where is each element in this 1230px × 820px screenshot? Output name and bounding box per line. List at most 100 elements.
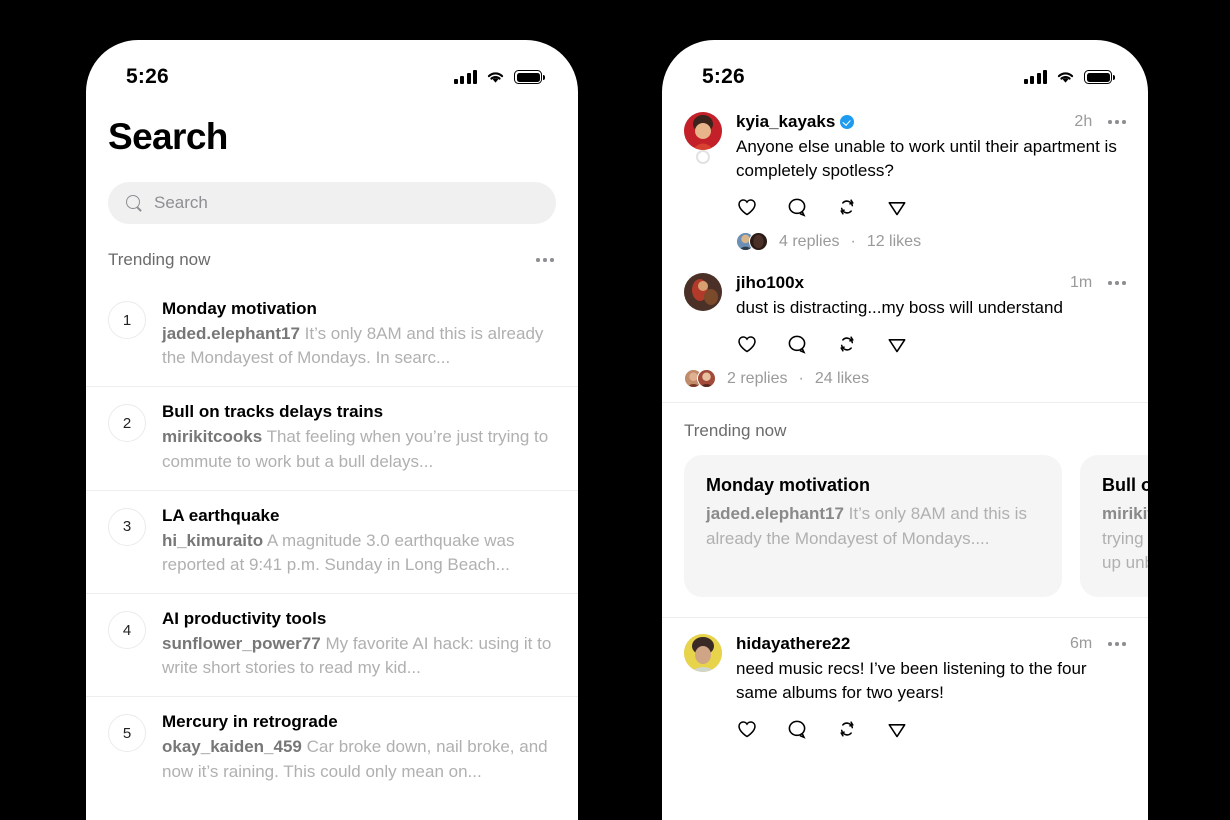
- trending-list: 1 Monday motivation jaded.elephant17 It’…: [86, 284, 578, 800]
- reply-icon[interactable]: [786, 718, 808, 740]
- share-icon[interactable]: [886, 333, 908, 355]
- reply-avatars: [736, 232, 768, 252]
- trend-title: Mercury in retrograde: [162, 712, 338, 732]
- trending-card[interactable]: Bull on tracks delays trains mirikitcook…: [1080, 455, 1148, 597]
- avatar: [749, 232, 768, 252]
- like-icon[interactable]: [736, 718, 758, 740]
- battery-full-icon: [514, 70, 545, 84]
- trending-list-item[interactable]: 1 Monday motivation jaded.elephant17 It’…: [86, 284, 578, 386]
- trend-description: hi_kimuraito A magnitude 3.0 earthquake …: [162, 529, 556, 577]
- share-icon[interactable]: [886, 196, 908, 218]
- post-username[interactable]: jiho100x: [736, 273, 804, 293]
- reply-icon[interactable]: [786, 196, 808, 218]
- avatar[interactable]: [684, 112, 722, 150]
- trending-label: Trending now: [108, 250, 211, 269]
- meta-separator: ·: [798, 369, 804, 387]
- reply-icon[interactable]: [786, 333, 808, 355]
- post-text: Anyone else unable to work until their a…: [736, 137, 1117, 181]
- status-indicators: [453, 70, 545, 84]
- battery-full-icon: [1084, 70, 1115, 84]
- post-username[interactable]: hidayathere22: [736, 634, 850, 654]
- search-input[interactable]: Search: [108, 182, 556, 224]
- trend-username: sunflower_power77: [162, 634, 321, 654]
- trend-username: jaded.elephant17: [162, 324, 300, 344]
- share-icon[interactable]: [886, 718, 908, 740]
- trend-description: mirikitcooks That feeling when you’re ju…: [1102, 502, 1148, 574]
- like-count: 24 likes: [814, 369, 870, 387]
- trending-strip: Trending now Monday motivation jaded.ele…: [662, 402, 1148, 616]
- trend-description: okay_kaiden_459 Car broke down, nail bro…: [162, 735, 556, 783]
- post-actions: [736, 196, 1126, 218]
- ellipsis-icon[interactable]: [1108, 641, 1126, 646]
- trend-description: jaded.elephant17 It’s only 8AM and this …: [162, 322, 556, 370]
- post-text: need music recs! I’ve been listening to …: [736, 658, 1087, 702]
- trend-title: Monday motivation: [162, 299, 317, 318]
- trend-rank: 5: [108, 714, 146, 753]
- avatar[interactable]: [684, 273, 722, 312]
- meta-separator: ·: [850, 232, 856, 250]
- search-placeholder: Search: [154, 193, 208, 212]
- trend-title: Monday motivation: [706, 475, 871, 496]
- status-bar-right: 5:26: [662, 40, 1148, 100]
- trending-list-item[interactable]: 3 LA earthquake hi_kimuraito A magnitude…: [86, 489, 578, 593]
- like-icon[interactable]: [736, 196, 758, 218]
- trending-label: Trending now: [684, 421, 787, 441]
- trend-username: jaded.elephant17: [706, 504, 844, 524]
- trend-rank: 4: [108, 611, 146, 650]
- trend-description: sunflower_power77 My favorite AI hack: u…: [162, 632, 556, 680]
- wifi-icon: [487, 72, 504, 83]
- repost-icon[interactable]: [836, 718, 858, 740]
- feed-list: kyia_kayaks 2h Anyone else unable to wor…: [662, 100, 1148, 746]
- post-timestamp: 2h: [1074, 113, 1093, 130]
- ellipsis-icon[interactable]: [1108, 120, 1126, 124]
- trend-description: jaded.elephant17 It’s only 8AM and this …: [706, 502, 1040, 550]
- status-bar-left: 5:26: [86, 40, 578, 100]
- verified-badge-icon: [840, 115, 855, 129]
- post-username[interactable]: kyia_kayaks: [736, 112, 835, 132]
- trend-title: Bull on tracks delays trains: [1102, 475, 1148, 496]
- repost-icon[interactable]: [836, 196, 858, 218]
- trend-rank: 1: [108, 301, 146, 339]
- trend-title: Bull on tracks delays trains: [162, 402, 384, 422]
- trend-username: hi_kimuraito: [162, 530, 264, 550]
- post-actions: [736, 718, 1126, 740]
- trending-card-carousel[interactable]: Monday motivation jaded.elephant17 It’s …: [662, 455, 1148, 597]
- feed-post[interactable]: jiho100x 1m dust is distracting...my bos…: [662, 257, 1148, 394]
- post-meta[interactable]: 2 replies · 24 likes: [684, 369, 1126, 389]
- reply-count: 4 replies: [779, 232, 840, 250]
- phone-right-feed-screen: 5:26 kyia_kayaks 2h Anyone else unable t…: [662, 40, 1148, 820]
- trending-card[interactable]: Monday motivation jaded.elephant17 It’s …: [684, 455, 1062, 597]
- repost-icon[interactable]: [836, 333, 858, 355]
- magnifier-icon: [126, 194, 143, 212]
- status-clock: 5:26: [126, 65, 169, 88]
- trend-rank: 2: [108, 404, 146, 443]
- trend-username: okay_kaiden_459: [162, 737, 302, 757]
- trend-description: mirikitcooks That feeling when you’re ju…: [162, 425, 556, 473]
- trending-header: Trending now: [86, 224, 578, 284]
- avatar: [697, 369, 716, 389]
- trending-list-item[interactable]: 4 AI productivity tools sunflower_power7…: [86, 593, 578, 696]
- screenshot-stage: 5:26 Search Search Trending now 1 Monday…: [0, 0, 1230, 820]
- trend-title: AI productivity tools: [162, 609, 327, 629]
- trending-list-item[interactable]: 5 Mercury in retrograde okay_kaiden_459 …: [86, 696, 578, 799]
- feed-post[interactable]: hidayathere22 6m need music recs! I’ve b…: [662, 616, 1148, 746]
- like-count: 12 likes: [866, 232, 922, 250]
- wifi-icon: [1057, 72, 1074, 83]
- post-timestamp: 6m: [1069, 634, 1093, 652]
- reply-avatars: [684, 369, 716, 389]
- reply-count: 2 replies: [727, 369, 788, 387]
- post-meta[interactable]: 4 replies · 12 likes: [736, 232, 1126, 252]
- avatar[interactable]: [684, 633, 722, 672]
- thread-end-dot: [696, 150, 710, 164]
- post-text: dust is distracting...my boss will under…: [736, 298, 1063, 318]
- trending-list-item[interactable]: 2 Bull on tracks delays trains mirikitco…: [86, 386, 578, 489]
- cellular-bars-icon: [453, 70, 477, 84]
- feed-post[interactable]: kyia_kayaks 2h Anyone else unable to wor…: [662, 100, 1148, 257]
- ellipsis-icon[interactable]: [536, 258, 554, 262]
- phone-left-search-screen: 5:26 Search Search Trending now 1 Monday…: [86, 40, 578, 820]
- ellipsis-icon[interactable]: [1108, 281, 1126, 286]
- post-actions: [736, 333, 1126, 355]
- page-title: Search: [108, 116, 228, 157]
- post-timestamp: 1m: [1069, 274, 1093, 292]
- like-icon[interactable]: [736, 333, 758, 355]
